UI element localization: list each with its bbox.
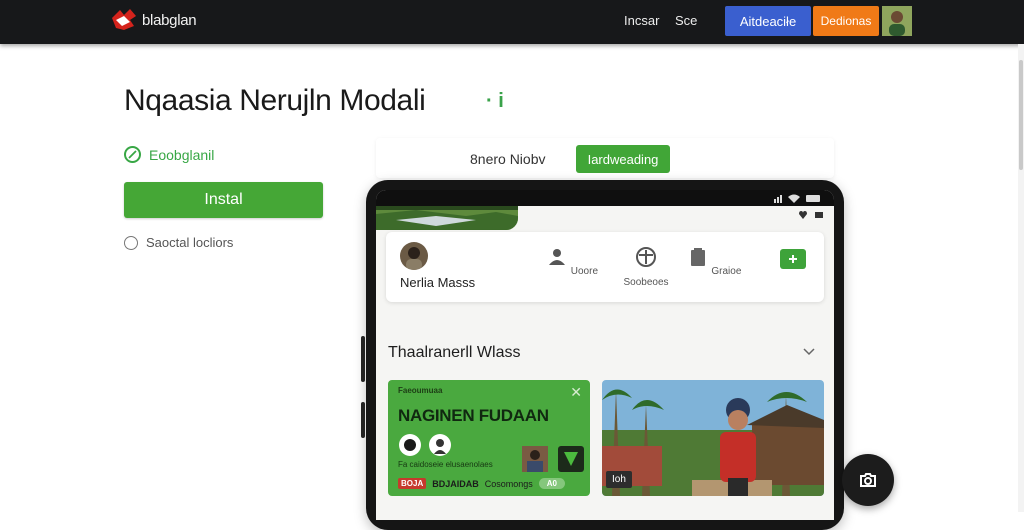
- check-circle-icon: [124, 146, 141, 163]
- document-icon: [690, 248, 705, 266]
- brand[interactable]: blabglan: [110, 6, 197, 34]
- action-item-2[interactable]: Soobeoes: [614, 246, 678, 288]
- profile-avatar[interactable]: [400, 242, 428, 270]
- user-avatar[interactable]: [882, 6, 912, 36]
- top-navigation-bar: blabglan Incsar Sce Aitdeaciłe Dedionas: [0, 0, 1024, 44]
- user-avatar-image: [882, 6, 912, 36]
- promo-title: NAGINEN FUDAAN: [398, 406, 549, 425]
- people-icon: [548, 249, 565, 265]
- nav-link-2[interactable]: Sce: [675, 13, 697, 28]
- install-button[interactable]: Instal: [124, 182, 323, 218]
- secondary-header-button[interactable]: Dedionas: [813, 6, 879, 36]
- heart-icon[interactable]: [798, 210, 808, 220]
- photo-card[interactable]: Ioh: [602, 380, 824, 496]
- camera-fab-button[interactable]: [842, 454, 894, 506]
- photo-tag: Ioh: [606, 471, 632, 488]
- profile-name: Nerlia Masss: [400, 275, 476, 290]
- header-photo: [376, 206, 518, 230]
- phone-side-button: [361, 402, 365, 438]
- promo-thumbnails: [522, 446, 584, 472]
- photo-image: [602, 380, 824, 496]
- action-item-3[interactable]: Graioe: [682, 246, 746, 277]
- promo-card[interactable]: Faeoumuaa ✕ NAGINEN FUDAAN Fa caidoseie …: [388, 380, 590, 496]
- action-item-1[interactable]: Uoore: [540, 246, 604, 277]
- section-title: Thaalranerll Wlass: [388, 344, 521, 361]
- camera-icon: [860, 473, 876, 487]
- close-icon[interactable]: ✕: [570, 384, 582, 401]
- brand-name: blabglan: [142, 11, 197, 29]
- status-text: Eoobglanil: [149, 146, 215, 163]
- promo-overline: Faeoumuaa: [398, 386, 443, 395]
- status-icons: [774, 194, 820, 203]
- title-marks: · i: [486, 90, 504, 112]
- option-row[interactable]: Saoctal locliors: [124, 235, 233, 250]
- chevron-down-icon[interactable]: [802, 344, 816, 358]
- status-row: Eoobglanil: [124, 146, 214, 163]
- page-scrollbar-thumb[interactable]: [1019, 60, 1023, 170]
- promo-icons: [399, 434, 451, 456]
- action-label-2: Soobeoes: [623, 277, 669, 288]
- action-label-1: Uoore: [570, 266, 599, 277]
- nav-link-1[interactable]: Incsar: [624, 13, 659, 28]
- phone-status-bar: [376, 190, 834, 206]
- profile-card: Nerlia Masss Uoore Soobeoes Graioe: [386, 232, 824, 302]
- globe-icon: [636, 247, 656, 267]
- brand-logo-icon: [112, 9, 136, 30]
- preview-label: 8nero Niobv: [470, 151, 546, 167]
- primary-header-button[interactable]: Aitdeaciłe: [725, 6, 811, 36]
- plus-icon: [789, 255, 797, 263]
- add-button[interactable]: [780, 249, 806, 269]
- phone-side-button: [361, 336, 365, 382]
- phone-screen: Nerlia Masss Uoore Soobeoes Graioe Thaal…: [376, 190, 834, 520]
- promo-pill[interactable]: A0: [538, 478, 566, 489]
- option-label: Saoctal locliors: [146, 235, 234, 250]
- promo-footer: BOJA BDJAIDAB Cosomongs A0: [398, 478, 566, 489]
- radio-button[interactable]: [124, 235, 138, 250]
- screen-header-icons: [798, 210, 824, 220]
- promo-footer-text-2: Cosomongs: [484, 478, 533, 489]
- menu-icon[interactable]: [814, 210, 824, 220]
- action-label-3: Graioe: [711, 266, 742, 277]
- promo-subtitle: Fa caidoseie elusaenolaes: [398, 460, 493, 469]
- page-title: Nqaasia Nerujln Modali: [124, 84, 426, 117]
- promo-footer-text: BDJAIDAB: [432, 478, 479, 489]
- promo-badge: BOJA: [398, 478, 427, 489]
- preview-button[interactable]: Iardweading: [576, 145, 670, 173]
